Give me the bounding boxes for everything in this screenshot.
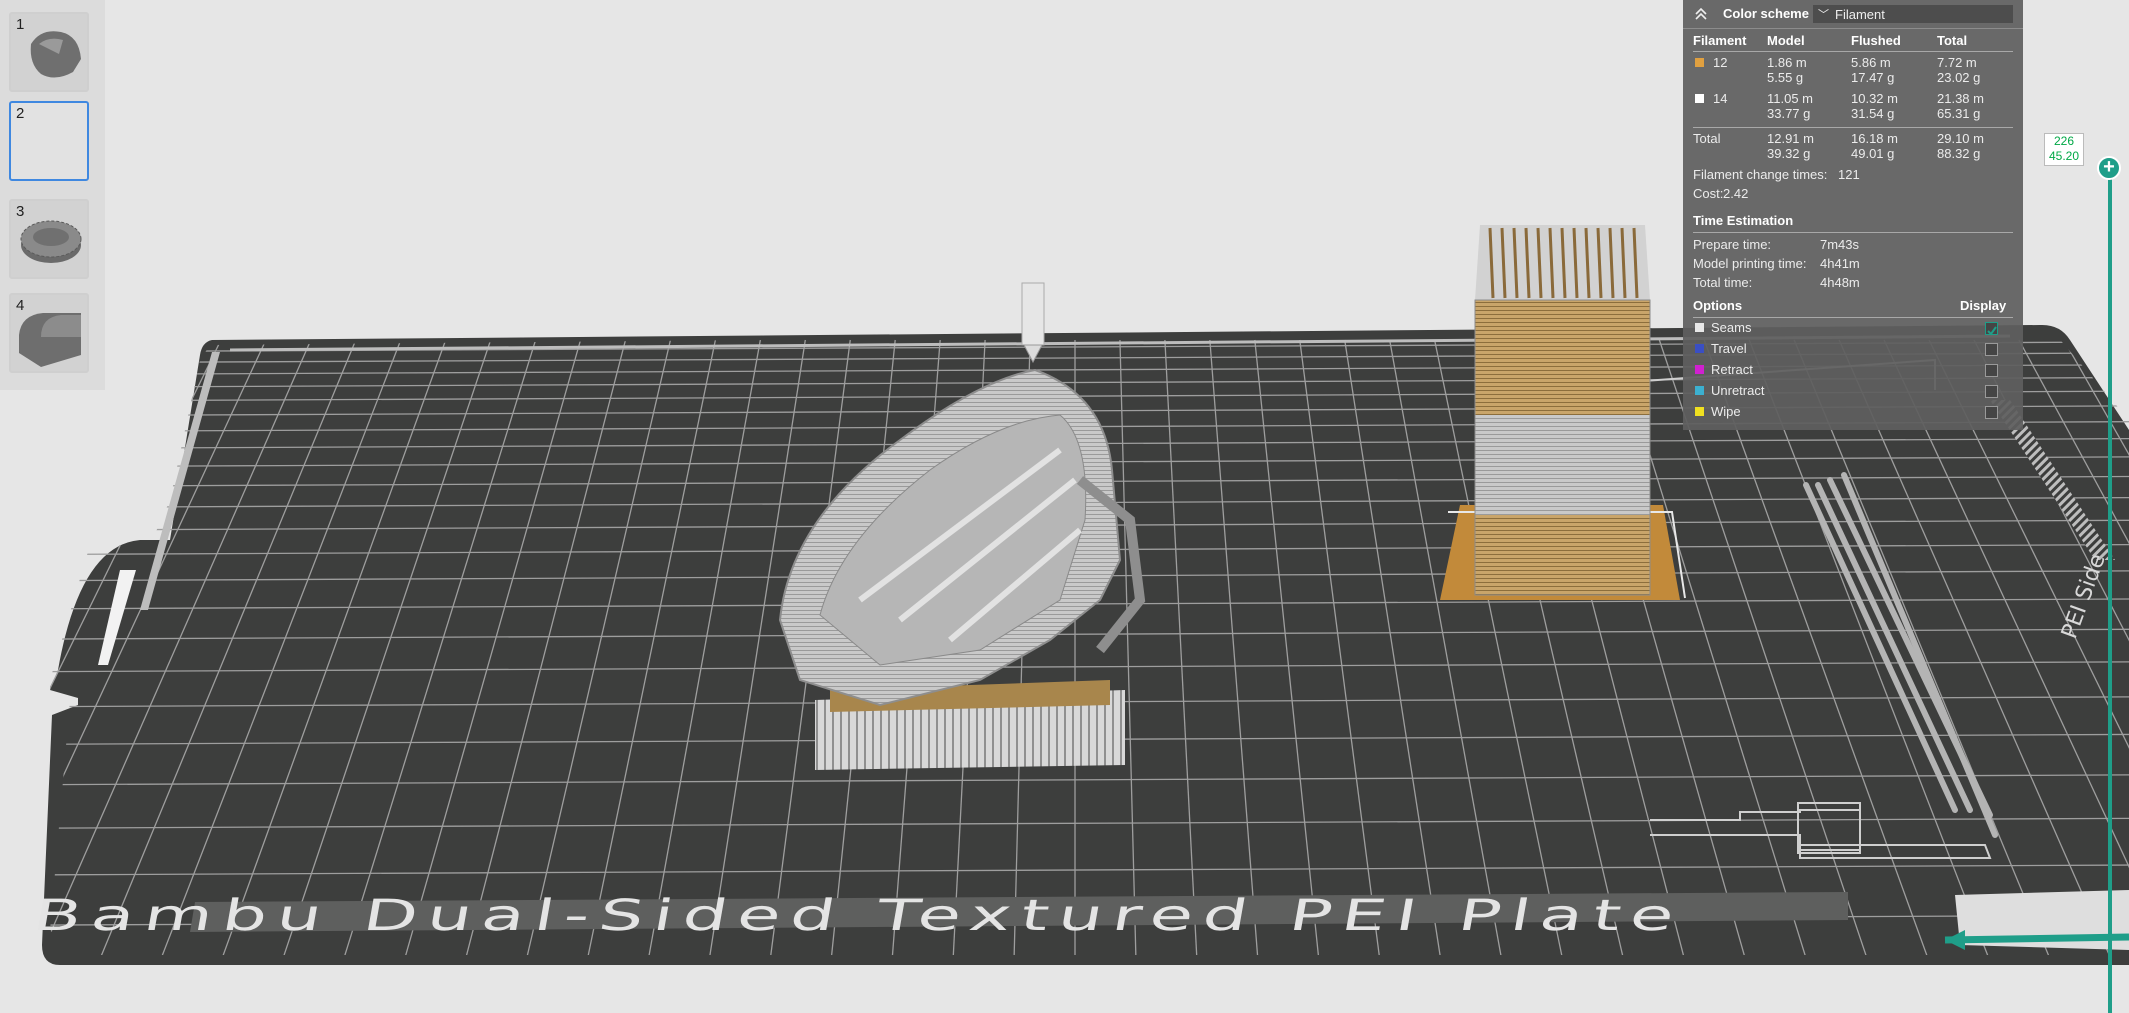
color-scheme-dropdown[interactable]: ﹀ Filament (1813, 5, 2013, 23)
retract-display-checkbox[interactable] (1985, 364, 1998, 377)
option-name: Travel (1711, 341, 1747, 356)
filament-change-value: 121 (1838, 167, 1860, 182)
flushed-length: 5.86 m (1851, 55, 1891, 70)
layer-slider-handle[interactable]: + (2097, 156, 2121, 180)
plate-thumbnail-1[interactable]: 1 (9, 12, 89, 92)
checkmark-icon (1987, 326, 1997, 336)
total-weight: 88.32 g (1937, 146, 1981, 161)
plate-thumbnail-3[interactable]: 3 (9, 199, 89, 279)
options-heading: Options (1693, 298, 1743, 313)
filament-name: 14 (1713, 91, 1728, 106)
prime-tower (1440, 225, 1686, 600)
prepare-time-value: 7m43s (1820, 237, 1860, 252)
option-row-travel[interactable]: Travel (1693, 339, 2013, 359)
cost-label: Cost: (1693, 186, 1724, 201)
unretract-swatch (1695, 386, 1704, 395)
seams-display-checkbox[interactable] (1985, 322, 1998, 336)
flushed-length: 10.32 m (1851, 91, 1898, 106)
travel-display-checkbox[interactable] (1985, 343, 1998, 356)
gcode-legend-panel: Color scheme ﹀ Filament Filament Model F… (1683, 0, 2023, 430)
collapse-chevron-icon[interactable] (1693, 6, 1709, 22)
prepare-time-label: Prepare time: (1693, 237, 1772, 252)
header-total: Total (1937, 33, 1968, 48)
color-scheme-label: Color scheme (1723, 6, 1809, 21)
chevron-down-icon: ﹀ (1818, 9, 1829, 21)
layer-number: 226 (2053, 134, 2075, 148)
unretract-display-checkbox[interactable] (1985, 385, 1998, 398)
total-weight: 65.31 g (1937, 106, 1981, 121)
legend-header: Color scheme ﹀ Filament (1683, 0, 2023, 29)
option-row-retract[interactable]: Retract (1693, 360, 2013, 380)
model-weight: 33.77 g (1767, 106, 1811, 121)
plate-label: Bambu Dual-Sided Textured PEI Plate (29, 891, 1688, 941)
flushed-weight: 31.54 g (1851, 106, 1895, 121)
plate-list-sidebar: 1 2 3 4 (0, 0, 105, 390)
header-flushed: Flushed (1851, 33, 1901, 48)
option-name: Retract (1711, 362, 1753, 377)
model-weight: 5.55 g (1767, 70, 1804, 85)
option-name: Seams (1711, 320, 1752, 335)
display-heading: Display (1960, 298, 2007, 313)
model-printing-time-label: Model printing time: (1693, 256, 1807, 271)
model-length: 1.86 m (1767, 55, 1807, 70)
flushed-weight: 49.01 g (1851, 146, 1895, 161)
option-row-seams[interactable]: Seams (1693, 318, 2013, 338)
seams-swatch (1695, 323, 1704, 332)
total-weight: 23.02 g (1937, 70, 1981, 85)
retract-swatch (1695, 365, 1704, 374)
travel-swatch (1695, 344, 1704, 353)
model-length: 11.05 m (1767, 91, 1814, 106)
filament-14-swatch (1695, 94, 1704, 103)
wipe-display-checkbox[interactable] (1985, 406, 1998, 419)
color-scheme-value: Filament (1835, 7, 1885, 22)
flushed-length: 16.18 m (1851, 131, 1898, 146)
option-row-unretract[interactable]: Unretract (1693, 381, 2013, 401)
filament-change-label: Filament change times: (1693, 167, 1828, 182)
option-row-wipe[interactable]: Wipe (1693, 402, 2013, 422)
divider (1693, 127, 2013, 128)
header-model: Model (1767, 33, 1805, 48)
plate-1-preview-icon (30, 31, 81, 78)
plus-icon: + (2103, 156, 2115, 178)
option-name: Unretract (1711, 383, 1765, 398)
model-printing-time-value: 4h41m (1820, 256, 1860, 271)
layer-readout: 226 45.20 (2044, 133, 2084, 166)
cost-value: 2.42 (1723, 186, 1749, 201)
option-name: Wipe (1711, 404, 1741, 419)
total-label: Total (1693, 131, 1721, 146)
time-estimation-heading: Time Estimation (1693, 213, 1794, 228)
plate-thumbnail-2[interactable]: 2 (9, 101, 89, 181)
plate-number: 2 (16, 105, 25, 122)
plate-4-preview-icon (19, 313, 81, 367)
header-filament: Filament (1693, 33, 1747, 48)
flushed-weight: 17.47 g (1851, 70, 1895, 85)
total-length: 29.10 m (1937, 131, 1984, 146)
plate-3-preview-icon (20, 220, 82, 263)
total-length: 7.72 m (1937, 55, 1977, 70)
filament-12-swatch (1695, 58, 1704, 67)
model-length: 12.91 m (1767, 131, 1814, 146)
total-time-value: 4h48m (1820, 275, 1860, 290)
wipe-swatch (1695, 407, 1704, 416)
divider (1693, 51, 2013, 52)
model-weight: 39.32 g (1767, 146, 1811, 161)
layer-slider-track[interactable] (2108, 165, 2112, 1013)
total-time-label: Total time: (1693, 275, 1753, 290)
layer-height: 45.20 (2048, 149, 2080, 163)
plate-thumbnail-4[interactable]: 4 (9, 293, 89, 373)
total-length: 21.38 m (1937, 91, 1984, 106)
filament-name: 12 (1713, 55, 1728, 70)
divider (1693, 232, 2013, 233)
